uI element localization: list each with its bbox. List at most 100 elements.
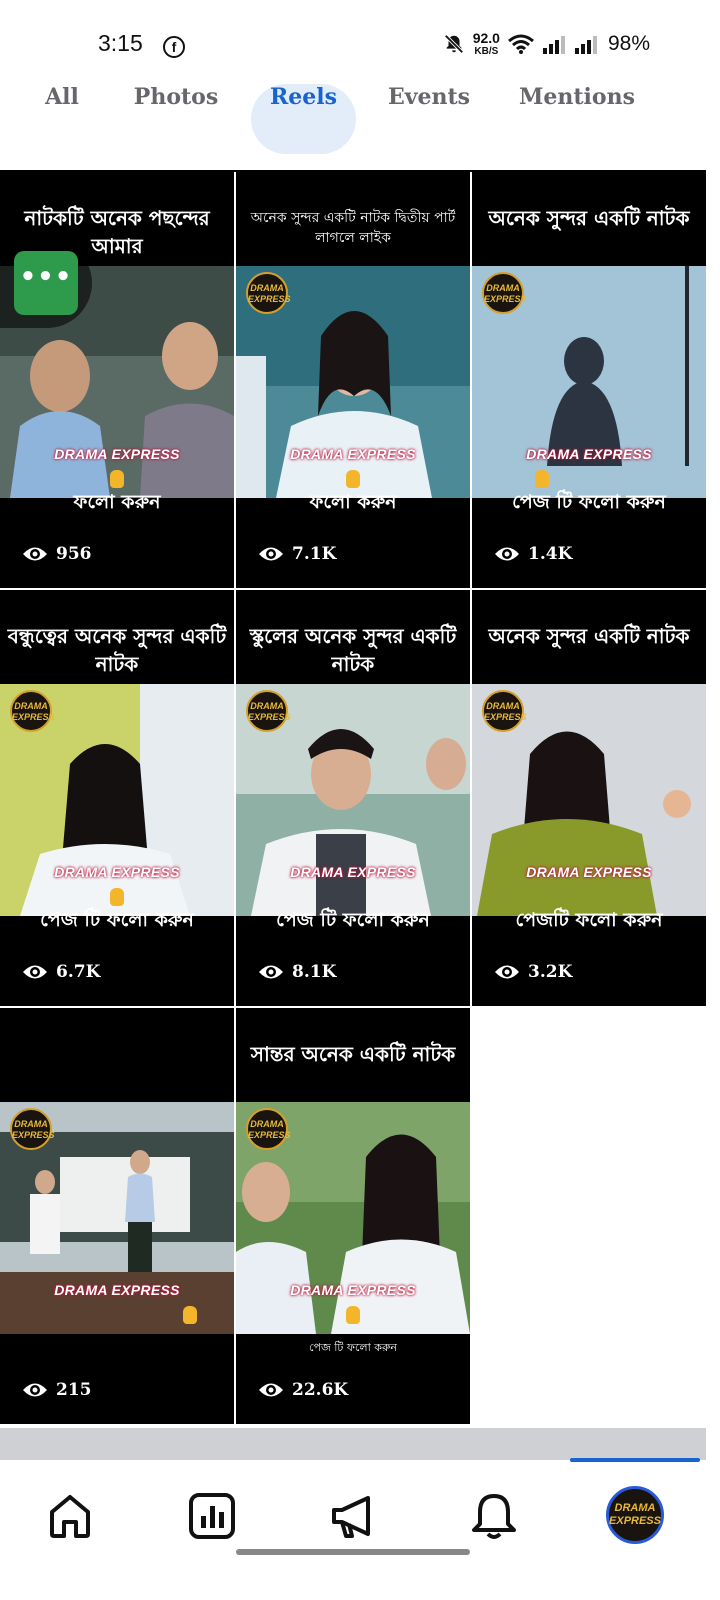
- profile-avatar[interactable]: DRAMA EXPRESS: [606, 1486, 664, 1544]
- eye-icon: [495, 547, 519, 561]
- reel-views: 215: [22, 1380, 92, 1400]
- reel-thumbnail: DRAMA EXPRESS DRAMA EXPRESS: [236, 266, 470, 498]
- status-bar: 3:15 f 92.0 KB/S 98%: [0, 0, 720, 80]
- tab-events[interactable]: Events: [380, 84, 478, 154]
- mute-bell-icon: [444, 33, 464, 54]
- view-count: 3.2K: [528, 962, 573, 982]
- eye-icon: [23, 965, 47, 979]
- watermark-text: DRAMA EXPRESS: [54, 446, 180, 462]
- network-speed-value: 92.0: [472, 30, 500, 46]
- reel-views: 6.7K: [22, 962, 100, 982]
- reel-tile[interactable]: অনেক সুন্দর একটি নাটক DRAMA EXPRESS DRAM…: [472, 172, 706, 588]
- reel-thumbnail: DRAMA EXPRESS DRAMA EXPRESS: [236, 684, 470, 916]
- tab-reels[interactable]: Reels: [251, 84, 356, 154]
- eye-icon: [259, 547, 283, 561]
- facebook-icon: f: [163, 36, 185, 58]
- view-count: 7.1K: [292, 544, 337, 564]
- watermark-text: DRAMA EXPRESS: [290, 864, 416, 880]
- reel-follow-text: পেজ টি ফলো করুন: [276, 909, 430, 931]
- reel-tile[interactable]: স্কুলের অনেক সুন্দর একটি নাটক DRAMA EXPR…: [236, 590, 470, 1006]
- view-count: 8.1K: [292, 962, 337, 982]
- network-speed: 92.0 KB/S: [473, 30, 500, 57]
- view-count: 1.4K: [528, 544, 573, 564]
- pointing-hand-icon: [346, 1306, 360, 1324]
- signal-icon: [574, 35, 597, 54]
- pointing-hand-icon: [346, 470, 360, 488]
- watermark-text: DRAMA EXPRESS: [290, 446, 416, 462]
- tab-mentions[interactable]: Mentions: [512, 84, 642, 154]
- pointing-hand-icon: [535, 470, 549, 488]
- reel-follow-text: পেজ টি ফলো করুন: [512, 491, 666, 513]
- eye-icon: [259, 1383, 283, 1397]
- reel-follow-text: পেজ টি ফলো করুন: [40, 909, 194, 931]
- reel-thumbnail: DRAMA EXPRESS DRAMA EXPRESS: [0, 1102, 234, 1334]
- megaphone-icon[interactable]: [328, 1490, 380, 1542]
- view-count: 6.7K: [56, 962, 101, 982]
- tab-photos[interactable]: Photos: [126, 84, 226, 154]
- watermark-text: DRAMA EXPRESS: [290, 1282, 416, 1298]
- tab-all[interactable]: All: [22, 84, 102, 154]
- signal-icon: [542, 35, 565, 54]
- home-indicator[interactable]: [236, 1549, 470, 1555]
- reel-views: 22.6K: [258, 1380, 348, 1400]
- eye-icon: [259, 965, 283, 979]
- watermark-text: DRAMA EXPRESS: [54, 1282, 180, 1298]
- reel-follow-text: ফলো করুন: [73, 491, 161, 513]
- status-indicators: 92.0 KB/S 98%: [443, 30, 650, 57]
- drama-express-logo: DRAMA EXPRESS: [246, 272, 291, 314]
- reel-tile[interactable]: নাটকটি অনেক পছন্দের আমার DRAMA EXPRESS ফ…: [0, 172, 234, 588]
- reel-views: 3.2K: [494, 962, 572, 982]
- insights-icon[interactable]: [186, 1490, 238, 1542]
- drama-express-logo: DRAMA EXPRESS: [10, 690, 55, 732]
- chat-bubble-button[interactable]: •••: [14, 251, 78, 315]
- reel-views: 956: [22, 544, 92, 564]
- reel-caption: অনেক সুন্দর একটি নাটক: [488, 624, 690, 648]
- watermark-text: DRAMA EXPRESS: [54, 864, 180, 880]
- reel-views: 7.1K: [258, 544, 336, 564]
- reel-tile[interactable]: অনেক সুন্দর একটি নাটক দ্বিতীয় পার্ট লাগ…: [236, 172, 470, 588]
- eye-icon: [495, 965, 519, 979]
- reel-caption: বন্ধুত্বের অনেক সুন্দর একটি নাটক: [7, 624, 227, 676]
- reel-thumbnail: DRAMA EXPRESS DRAMA EXPRESS: [236, 1102, 470, 1334]
- reel-caption: সান্তর অনেক একটি নাটক: [250, 1042, 456, 1066]
- reel-caption: স্কুলের অনেক সুন্দর একটি নাটক: [249, 624, 457, 676]
- reel-thumbnail: DRAMA EXPRESS DRAMA EXPRESS: [472, 684, 706, 916]
- reel-caption: অনেক সুন্দর একটি নাটক দ্বিতীয় পার্ট লাগ…: [250, 210, 456, 246]
- pointing-hand-icon: [110, 470, 124, 488]
- reel-tile[interactable]: সান্তর অনেক একটি নাটক DRAMA EXPRESS DRAM…: [236, 1008, 470, 1424]
- watermark-text: DRAMA EXPRESS: [526, 864, 652, 880]
- eye-icon: [23, 547, 47, 561]
- reel-views: 8.1K: [258, 962, 336, 982]
- bell-icon[interactable]: [468, 1490, 520, 1542]
- reel-follow-text: ফলো করুন: [309, 491, 397, 513]
- drama-express-logo: DRAMA EXPRESS: [482, 690, 527, 732]
- home-icon[interactable]: [44, 1490, 96, 1542]
- wifi-icon: [508, 34, 534, 54]
- content-tabs: All Photos Reels Events Mentions: [0, 84, 720, 154]
- reel-thumbnail: DRAMA EXPRESS DRAMA EXPRESS: [0, 684, 234, 916]
- watermark-text: DRAMA EXPRESS: [526, 446, 652, 462]
- view-count: 22.6K: [292, 1380, 349, 1400]
- chat-bubble-container: •••: [0, 238, 92, 328]
- reel-follow-text: পেজটি ফলো করুন: [515, 909, 663, 931]
- eye-icon: [23, 1383, 47, 1397]
- reel-follow-text: পেজ টি ফলো করুন: [309, 1341, 397, 1354]
- view-count: 215: [56, 1380, 92, 1400]
- pointing-hand-icon: [110, 888, 124, 906]
- reel-tile[interactable]: বন্ধুত্বের অনেক সুন্দর একটি নাটক DRAMA E…: [0, 590, 234, 1006]
- pointing-hand-icon: [183, 1306, 197, 1324]
- reel-views: 1.4K: [494, 544, 572, 564]
- drama-express-logo: DRAMA EXPRESS: [482, 272, 527, 314]
- drama-express-logo: DRAMA EXPRESS: [246, 1108, 291, 1150]
- status-time: 3:15: [98, 30, 143, 56]
- reel-thumbnail: DRAMA EXPRESS DRAMA EXPRESS: [472, 266, 706, 498]
- view-count: 956: [56, 544, 92, 564]
- reel-tile[interactable]: DRAMA EXPRESS DRAMA EXPRESS 215: [0, 1008, 234, 1424]
- network-speed-unit: KB/S: [474, 46, 499, 57]
- drama-express-logo: DRAMA EXPRESS: [10, 1108, 55, 1150]
- bottom-navigation: DRAMA EXPRESS: [0, 1462, 720, 1600]
- reel-caption: অনেক সুন্দর একটি নাটক: [488, 206, 690, 230]
- reel-tile[interactable]: অনেক সুন্দর একটি নাটক DRAMA EXPRESS DRAM…: [472, 590, 706, 1006]
- drama-express-logo: DRAMA EXPRESS: [246, 690, 291, 732]
- scroll-end-band: [0, 1428, 706, 1460]
